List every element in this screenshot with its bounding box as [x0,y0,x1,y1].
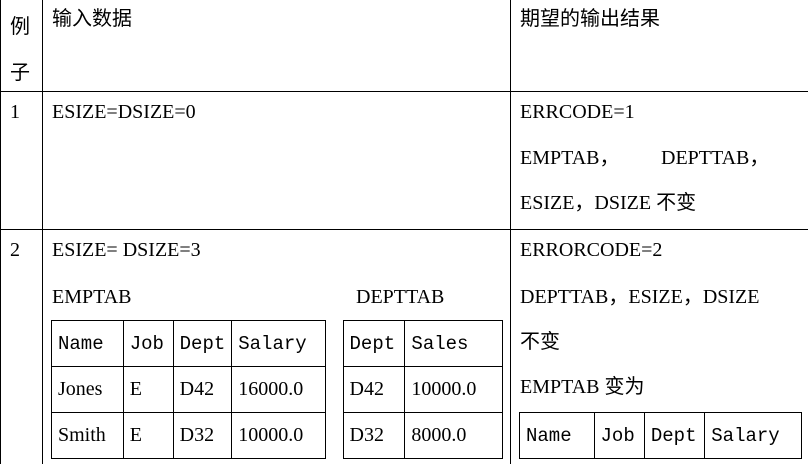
table-gap [324,366,344,413]
row1-output-line1: ERRCODE=1 [520,101,635,123]
table-row: Smith E D32 10000.0 D32 8000.0 [51,412,503,459]
row2-output-line1: ERRORCODE=2 [520,239,663,261]
table-row: Jones E D42 16000.0 D42 10000.0 [51,366,503,413]
emp-cell: 10000.0 [231,412,326,459]
dept-cell: D32 [342,412,406,459]
row1-output-line2b: DEPTTAB， [661,147,770,169]
out-header-dept: Dept [643,412,706,459]
table-gap [324,412,344,459]
emp-cell: Jones [51,366,124,413]
header-input-label: 输入数据 [52,8,132,30]
output-emptab-table: Name Job Dept Salary [519,412,802,459]
emp-cell: E [122,412,174,459]
emp-cell: E [122,366,174,413]
dept-cell: 10000.0 [404,366,503,413]
dept-header-dept: Dept [342,320,406,367]
column-divider-2 [510,0,511,464]
table-border-left [0,0,1,464]
row2-depttab-label: DEPTTAB [356,286,445,308]
row1-number: 1 [10,101,20,123]
row2-output-line4: EMPTAB 变为 [520,376,645,398]
row2-emptab-label: EMPTAB [52,286,132,308]
column-divider-1 [42,0,43,464]
row-divider-1 [0,229,808,230]
input-table-header-row: Name Job Dept Salary Dept Sales [51,320,503,367]
row2-input-line1: ESIZE= DSIZE=3 [52,239,201,261]
emp-header-salary: Salary [231,320,326,367]
emp-cell: D32 [172,412,233,459]
header-output-label: 期望的输出结果 [520,8,660,30]
row2-number: 2 [10,239,20,261]
header-example-label: 例子 [10,16,30,84]
row2-output-line2: DEPTTAB，ESIZE，DSIZE [520,286,760,308]
out-header-name: Name [519,412,595,459]
output-table-header-row: Name Job Dept Salary [519,412,802,459]
emp-header-name: Name [51,320,124,367]
out-header-salary: Salary [704,412,802,459]
emp-cell: Smith [51,412,124,459]
emp-header-dept: Dept [172,320,233,367]
emp-cell: D42 [172,366,233,413]
row1-output-line2a: EMPTAB， [520,147,620,169]
row2-output-line3: 不变 [520,331,560,353]
emp-cell: 16000.0 [231,366,326,413]
row1-output-line3: ESIZE，DSIZE 不变 [520,192,697,214]
out-header-job: Job [593,412,645,459]
table-gap [324,320,344,367]
dept-cell: D42 [342,366,406,413]
dept-header-sales: Sales [404,320,503,367]
dept-cell: 8000.0 [404,412,503,459]
row-divider-header [0,91,808,92]
document-page: 例子 输入数据 期望的输出结果 1 ESIZE=DSIZE=0 ERRCODE=… [0,0,808,464]
input-tables: Name Job Dept Salary Dept Sales Jones E … [51,320,503,459]
emp-header-job: Job [122,320,174,367]
row1-input-text: ESIZE=DSIZE=0 [52,101,196,123]
